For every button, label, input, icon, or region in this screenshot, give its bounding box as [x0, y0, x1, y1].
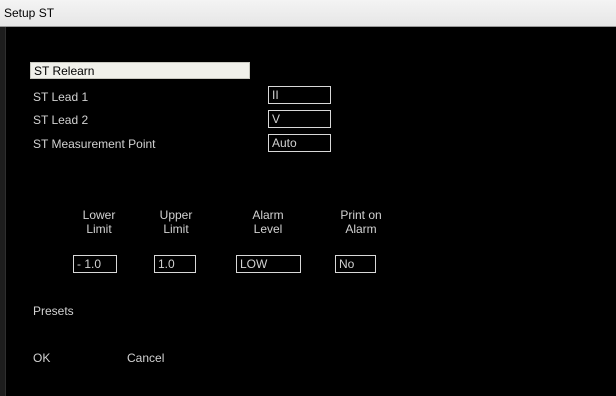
st-lead-1-value: II — [272, 88, 279, 102]
st-measurement-point-value: Auto — [272, 136, 297, 150]
alarm-level-field[interactable]: LOW — [236, 255, 301, 273]
st-relearn-label: ST Relearn — [34, 64, 95, 78]
lower-limit-heading-line1: Lower — [82, 208, 116, 222]
upper-limit-heading-line2: Limit — [163, 222, 189, 236]
print-on-alarm-heading-line1: Print on — [340, 208, 382, 222]
upper-limit-heading: Upper Limit — [149, 208, 203, 236]
title-bar: Setup ST — [0, 0, 616, 27]
print-on-alarm-heading-line2: Alarm — [345, 222, 377, 236]
st-lead-2-label: ST Lead 2 — [33, 113, 89, 127]
ok-button[interactable]: OK — [33, 351, 50, 365]
presets-button[interactable]: Presets — [33, 304, 74, 318]
alarm-level-heading: Alarm Level — [238, 208, 298, 236]
window-left-border — [0, 27, 6, 396]
upper-limit-heading-line1: Upper — [159, 208, 193, 222]
cancel-button[interactable]: Cancel — [127, 351, 164, 365]
upper-limit-field[interactable]: 1.0 — [154, 255, 196, 273]
setup-st-window: Setup ST ST Relearn ST Lead 1 II ST Lead… — [0, 0, 616, 396]
lower-limit-value: - 1.0 — [77, 257, 102, 271]
st-measurement-point-field[interactable]: Auto — [268, 134, 331, 152]
print-on-alarm-field[interactable]: No — [335, 255, 376, 273]
lower-limit-heading: Lower Limit — [72, 208, 126, 236]
st-lead-2-field[interactable]: V — [268, 110, 331, 128]
print-on-alarm-heading: Print on Alarm — [328, 208, 394, 236]
print-on-alarm-value: No — [339, 257, 355, 271]
st-measurement-point-label: ST Measurement Point — [33, 137, 156, 151]
lower-limit-heading-line2: Limit — [86, 222, 112, 236]
alarm-level-value: LOW — [240, 257, 268, 271]
alarm-level-heading-line2: Level — [253, 222, 283, 236]
st-lead-1-label: ST Lead 1 — [33, 90, 89, 104]
window-title: Setup ST — [4, 6, 55, 20]
lower-limit-field[interactable]: - 1.0 — [73, 255, 117, 273]
alarm-level-heading-line1: Alarm — [252, 208, 284, 222]
upper-limit-value: 1.0 — [158, 257, 175, 271]
st-lead-1-field[interactable]: II — [268, 86, 331, 104]
st-lead-2-value: V — [272, 112, 281, 126]
st-relearn-item[interactable]: ST Relearn — [30, 62, 250, 79]
